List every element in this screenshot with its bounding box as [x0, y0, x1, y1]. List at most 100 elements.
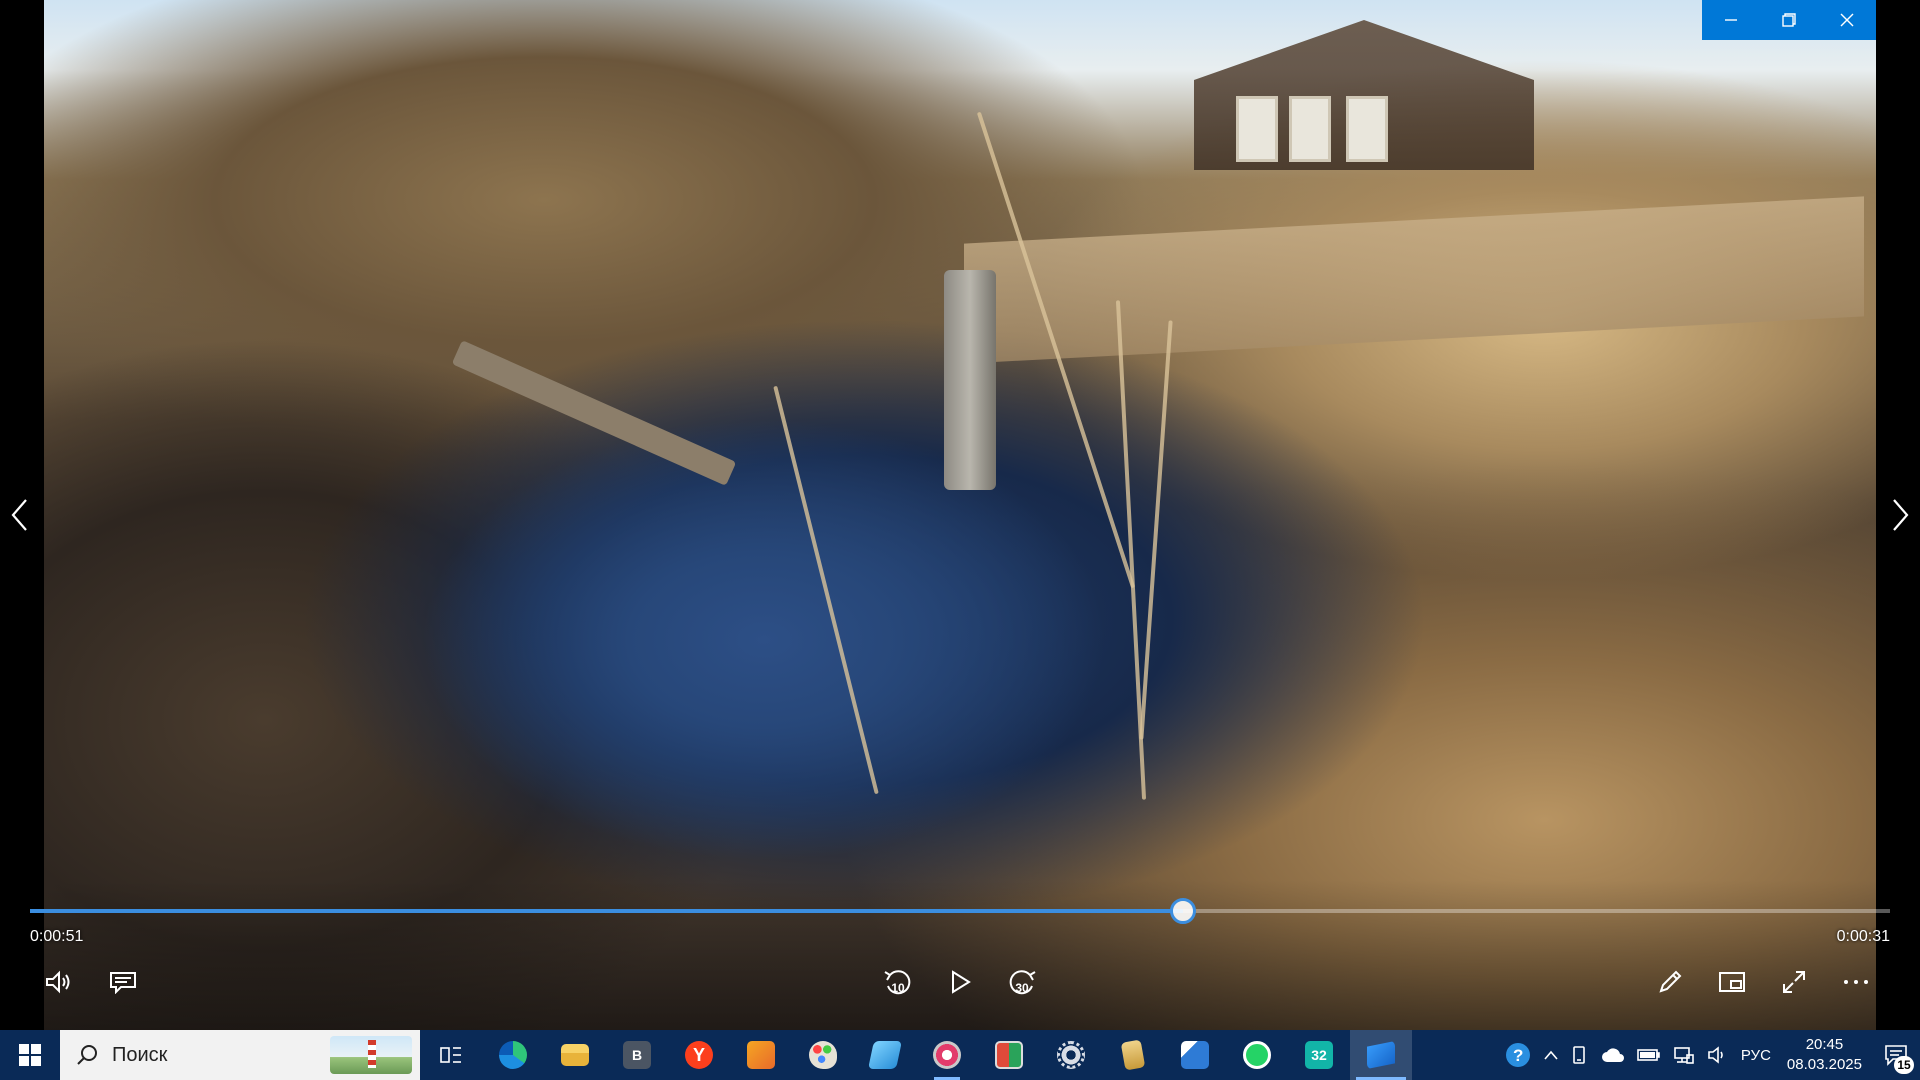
search-icon: [77, 1045, 97, 1065]
captions-icon: [110, 972, 136, 994]
seek-bar[interactable]: [30, 898, 1890, 924]
chevron-right-icon: [1893, 499, 1909, 531]
app-32-icon: 32: [1305, 1041, 1333, 1069]
remote-desktop-icon: [1181, 1041, 1209, 1069]
svg-text:?: ?: [1513, 1046, 1523, 1065]
snipping-tool-icon: [933, 1041, 961, 1069]
paint-button[interactable]: [792, 1030, 854, 1080]
task-view-button[interactable]: [420, 1030, 482, 1080]
edge-icon: [499, 1041, 527, 1069]
video-plank: [451, 340, 737, 486]
whatsapp-icon: [1243, 1041, 1271, 1069]
seek-bar-thumb[interactable]: [1170, 898, 1197, 924]
play-button[interactable]: [934, 960, 986, 1004]
show-hidden-icons-button[interactable]: [1537, 1030, 1565, 1080]
next-file-button[interactable]: [1880, 490, 1920, 540]
restore-button[interactable]: [1760, 0, 1818, 40]
skip-forward-seconds: 30: [1015, 981, 1029, 995]
onedrive-button[interactable]: [1595, 1030, 1631, 1080]
seek-bar-progress: [30, 909, 1184, 913]
clock-date: 08.03.2025: [1786, 1056, 1862, 1073]
settings-button[interactable]: [1040, 1030, 1102, 1080]
media-app-icon: [747, 1041, 775, 1069]
minimize-button[interactable]: [1702, 0, 1760, 40]
help-icon: ?: [1505, 1043, 1530, 1067]
app-b-button[interactable]: B: [606, 1030, 668, 1080]
close-icon: [1840, 13, 1854, 27]
minimize-icon: [1725, 19, 1737, 21]
paint-icon: [809, 1041, 837, 1069]
snipping-tool-button[interactable]: [916, 1030, 978, 1080]
window-app-button[interactable]: [978, 1030, 1040, 1080]
volume-tray-button[interactable]: [1701, 1030, 1735, 1080]
notes-app-icon: [868, 1041, 902, 1069]
restore-icon: [1782, 13, 1796, 27]
chevron-left-icon: [11, 499, 27, 531]
notification-count-badge: 15: [1894, 1056, 1914, 1074]
battery-icon: [1637, 1049, 1660, 1061]
media-app-button[interactable]: [730, 1030, 792, 1080]
pencil-icon: [1659, 970, 1682, 993]
search-highlight-image: [330, 1036, 412, 1074]
task-view-icon: [440, 1047, 461, 1063]
expand-icon: [1783, 971, 1805, 993]
subtitles-button[interactable]: [97, 960, 149, 1004]
file-explorer-button[interactable]: [544, 1030, 606, 1080]
file-explorer-icon: [561, 1044, 589, 1066]
window-app-icon: [995, 1041, 1023, 1069]
video-log: [944, 270, 996, 490]
more-options-button[interactable]: [1830, 960, 1882, 1004]
edge-button[interactable]: [482, 1030, 544, 1080]
search-placeholder: Поиск: [112, 1043, 168, 1066]
help-button[interactable]: ?: [1499, 1030, 1537, 1080]
edit-button[interactable]: [1644, 960, 1696, 1004]
skip-forward-button[interactable]: 30: [996, 960, 1048, 1004]
movies-tv-button[interactable]: [1350, 1030, 1412, 1080]
skip-back-button[interactable]: 10: [872, 960, 924, 1004]
video-fence: [964, 196, 1864, 364]
clock-time: 20:45: [1805, 1036, 1844, 1053]
ellipsis-icon: [1844, 980, 1868, 984]
controls-overlay: [0, 880, 1920, 1030]
start-button[interactable]: [0, 1030, 60, 1080]
document-app-button[interactable]: [1102, 1030, 1164, 1080]
elapsed-time: 0:00:51: [30, 928, 84, 945]
app-b-icon: B: [623, 1041, 651, 1069]
remaining-time: 0:00:31: [1836, 928, 1890, 945]
battery-button[interactable]: [1631, 1030, 1667, 1080]
video-window: [1289, 96, 1331, 162]
fullscreen-button[interactable]: [1768, 960, 1820, 1004]
window-caption-buttons: [1702, 0, 1876, 40]
video-frame[interactable]: [44, 0, 1876, 1030]
notes-app-button[interactable]: [854, 1030, 916, 1080]
screen: 0:00:51 0:00:31 10 30 Поиск B Y 32 ? РУС…: [0, 0, 1920, 1080]
video-window: [1346, 96, 1388, 162]
remote-desktop-button[interactable]: [1164, 1030, 1226, 1080]
speaker-icon: [1708, 1046, 1723, 1064]
speaker-icon: [46, 970, 70, 994]
volume-button[interactable]: [34, 960, 86, 1004]
chevron-up-icon: [1544, 1050, 1558, 1060]
taskbar-search-box[interactable]: Поиск: [60, 1030, 420, 1080]
play-icon: [952, 970, 971, 994]
video-window: [1236, 96, 1278, 162]
action-center-button[interactable]: 15: [1872, 1030, 1920, 1080]
system-tray: ? РУС 20:45 08.03.2025 15: [1499, 1030, 1920, 1080]
close-button[interactable]: [1818, 0, 1876, 40]
picture-in-picture-icon: [1719, 972, 1745, 992]
network-button[interactable]: [1667, 1030, 1701, 1080]
settings-gear-icon: [1057, 1041, 1085, 1069]
taskbar: Поиск B Y 32 ? РУС 20:45 08.03.2025 15: [0, 1030, 1920, 1080]
input-language-button[interactable]: РУС: [1735, 1030, 1777, 1080]
windows-logo-icon: [19, 1044, 41, 1066]
network-icon: [1674, 1047, 1694, 1064]
app-32-button[interactable]: 32: [1288, 1030, 1350, 1080]
taskbar-clock[interactable]: 20:45 08.03.2025: [1777, 1035, 1872, 1075]
previous-file-button[interactable]: [0, 490, 40, 540]
yandex-browser-button[interactable]: Y: [668, 1030, 730, 1080]
mini-view-button[interactable]: [1706, 960, 1758, 1004]
tray-app-button[interactable]: [1565, 1030, 1595, 1080]
movies-tv-icon: [1367, 1041, 1395, 1069]
whatsapp-button[interactable]: [1226, 1030, 1288, 1080]
document-app-icon: [1120, 1039, 1146, 1071]
